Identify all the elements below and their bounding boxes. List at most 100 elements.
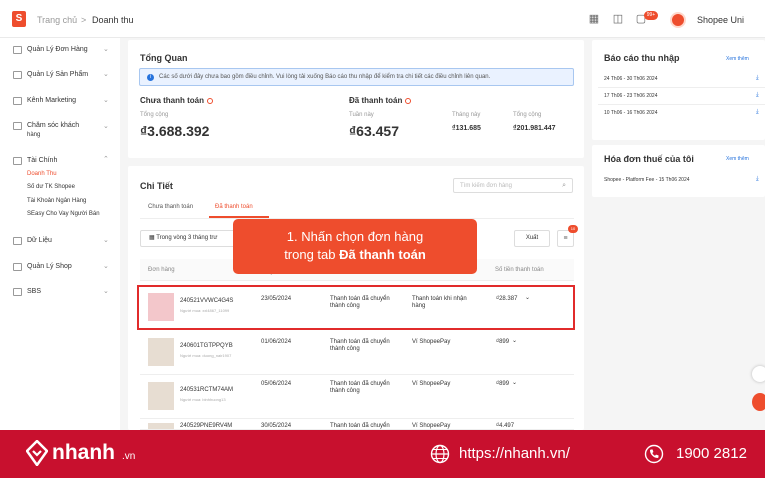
shop-icon [13, 263, 22, 271]
order-search-input[interactable]: Tìm kiếm đơn hàng ⌕ [453, 178, 573, 193]
tab-paid[interactable]: Đã thanh toán [215, 204, 253, 210]
unpaid-total-value: ₫3.688.392 [140, 123, 210, 139]
floating-help-button[interactable] [752, 366, 765, 382]
status-line1: Thanh toán đã chuyển [330, 423, 390, 429]
floating-chat-button[interactable] [752, 393, 765, 411]
export-button[interactable]: Xuất [514, 230, 550, 247]
table-row[interactable]: 240601TGTPPQYB Người mua: duong_nair1907… [140, 331, 574, 375]
sidebar-item-label: Quản Lý Đơn Hàng [27, 46, 88, 53]
book-icon[interactable]: ◫ [612, 13, 624, 25]
sidebar-item-finance[interactable]: Tài Chính [13, 157, 57, 165]
sidebar-subitem-balance[interactable]: Số dư TK Shopee [27, 184, 75, 190]
notification-badge: 99+ [644, 11, 658, 20]
avatar[interactable] [670, 12, 686, 28]
sidebar-item-products[interactable]: Quản Lý Sản Phẩm [13, 71, 88, 79]
table-row[interactable]: 240529PNE9RV4M 30/05/2024 Thanh toán đã … [140, 420, 574, 430]
order-id[interactable]: 240531RCTM74AM [180, 387, 233, 393]
highlight-box [137, 285, 575, 330]
sidebar-item-data[interactable]: Dữ Liệu [13, 237, 52, 245]
globe-icon [13, 288, 22, 296]
income-report-item[interactable]: 17 Th06 - 23 Th06 2024 [604, 93, 657, 99]
paid-title: Đã thanh toán [349, 96, 412, 105]
tag-icon [13, 97, 22, 105]
nhanh-brand: nhanh [52, 441, 115, 464]
income-report-title: Báo cáo thu nhập [604, 53, 680, 63]
chevron-down-icon[interactable]: ⌄ [103, 70, 109, 78]
tab-active-indicator [209, 216, 269, 218]
transfer-date: 30/05/2024 [261, 423, 292, 429]
tab-unpaid[interactable]: Chưa thanh toán [148, 204, 193, 210]
footer-banner: nhanh .vn https://nhanh.vn/ 1900 2812 [0, 430, 765, 478]
box-icon [13, 71, 22, 79]
amount: ₫899 [496, 339, 510, 345]
paid-month-label: Tháng này [452, 112, 481, 118]
chevron-down-icon[interactable]: ⌄ [512, 380, 517, 387]
transfer-date: 01/06/2024 [261, 339, 292, 345]
paid-month-value: ₫131.685 [452, 125, 481, 132]
method-line1: Ví ShopeePay [412, 423, 451, 429]
info-icon: i [147, 74, 154, 81]
sidebar: Quản Lý Đơn Hàng ⌄ Quản Lý Sản Phẩm ⌄ Kê… [0, 38, 120, 430]
user-name[interactable]: Shopee Uni [697, 15, 744, 25]
apps-grid-icon[interactable]: ▦ [588, 13, 600, 25]
sidebar-item-shop[interactable]: Quản Lý Shop [13, 263, 72, 271]
product-thumbnail [148, 382, 174, 410]
chevron-down-icon[interactable]: ⌄ [103, 236, 109, 244]
overview-title: Tổng Quan [140, 53, 188, 63]
sidebar-subitem-revenue[interactable]: Doanh Thu [27, 171, 57, 177]
paid-week-label: Tuần này [349, 112, 374, 118]
date-range-filter[interactable]: ▦ Trong vòng 3 tháng trư [140, 230, 240, 247]
nhanh-brand-suffix: .vn [122, 451, 136, 462]
chevron-down-icon[interactable]: ⌄ [103, 262, 109, 270]
sidebar-item-label: Kênh Marketing [27, 97, 77, 104]
income-report-see-more[interactable]: Xem thêm [726, 56, 749, 62]
sidebar-item-label: Dữ Liệu [27, 237, 52, 244]
tax-invoice-item[interactable]: Shopee - Platform Fee - 15 Th06 2024 [604, 177, 690, 183]
chevron-up-icon[interactable]: ⌃ [103, 155, 109, 163]
wallet-icon [13, 157, 22, 165]
sidebar-item-label: Quản Lý Sản Phẩm [27, 71, 89, 78]
breadcrumb-home[interactable]: Trang chủ [37, 15, 77, 25]
unpaid-title: Chưa thanh toán [140, 96, 214, 105]
table-row[interactable]: 240531RCTM74AM Người mua: binhhuong13 05… [140, 375, 574, 419]
chevron-down-icon[interactable]: ⌄ [103, 287, 109, 295]
sidebar-subitem-bank-account[interactable]: Tài Khoản Ngân Hàng [27, 198, 86, 204]
sidebar-subitem-seasy-loan[interactable]: SEasy Cho Vay Người Bán [27, 211, 100, 217]
income-report-item[interactable]: 24 Th06 - 30 Th06 2024 [604, 76, 657, 82]
unpaid-total-label: Tổng cộng [140, 112, 169, 118]
hotline-number[interactable]: 1900 2812 [676, 445, 747, 462]
tax-invoice-title: Hóa đơn thuế của tôi [604, 154, 694, 164]
chevron-down-icon[interactable]: ⌄ [512, 338, 517, 345]
download-icon[interactable]: ⤓ [756, 92, 759, 99]
status-line1: Thanh toán đã chuyển [330, 339, 390, 345]
sidebar-item-label-cont: hàng [27, 132, 41, 138]
sidebar-item-marketing[interactable]: Kênh Marketing [13, 97, 76, 105]
chevron-down-icon[interactable]: ⌄ [103, 45, 109, 53]
website-link[interactable]: https://nhanh.vn/ [459, 445, 570, 462]
sidebar-item-customer-care[interactable]: Chăm sóc khách [13, 122, 79, 130]
chevron-down-icon[interactable]: ⌄ [103, 122, 109, 130]
callout-line1: 1. Nhấn chọn đơn hàng [286, 229, 424, 244]
help-icon[interactable] [405, 97, 412, 104]
method-line1: Ví ShopeePay [412, 339, 451, 345]
shopee-logo-icon[interactable]: S [12, 11, 26, 27]
col-order: Đơn hàng [148, 267, 175, 273]
product-thumbnail [148, 423, 174, 429]
income-report-item[interactable]: 10 Th06 - 16 Th06 2024 [604, 110, 657, 116]
download-icon[interactable]: ⤓ [756, 176, 759, 183]
buyer-name: Người mua: binhhuong13 [180, 397, 226, 402]
status-line2: thành công [330, 346, 360, 352]
order-id[interactable]: 240529PNE9RV4M [180, 423, 232, 429]
status-line1: Thanh toán đã chuyển [330, 381, 390, 387]
download-icon[interactable]: ⤓ [756, 75, 759, 82]
chevron-down-icon[interactable]: ⌄ [103, 96, 109, 104]
order-id[interactable]: 240601TGTPPQYB [180, 343, 233, 349]
sidebar-item-sbs[interactable]: SBS [13, 288, 41, 296]
tax-invoice-see-more[interactable]: Xem thêm [726, 156, 749, 162]
paid-total-label: Tổng cộng [513, 112, 542, 118]
amount: ₫4.497 [496, 423, 515, 429]
help-icon[interactable] [207, 97, 214, 104]
download-icon[interactable]: ⤓ [756, 109, 759, 116]
sidebar-item-orders[interactable]: Quản Lý Đơn Hàng [13, 46, 88, 54]
report-list-badge: 10 [568, 225, 578, 233]
